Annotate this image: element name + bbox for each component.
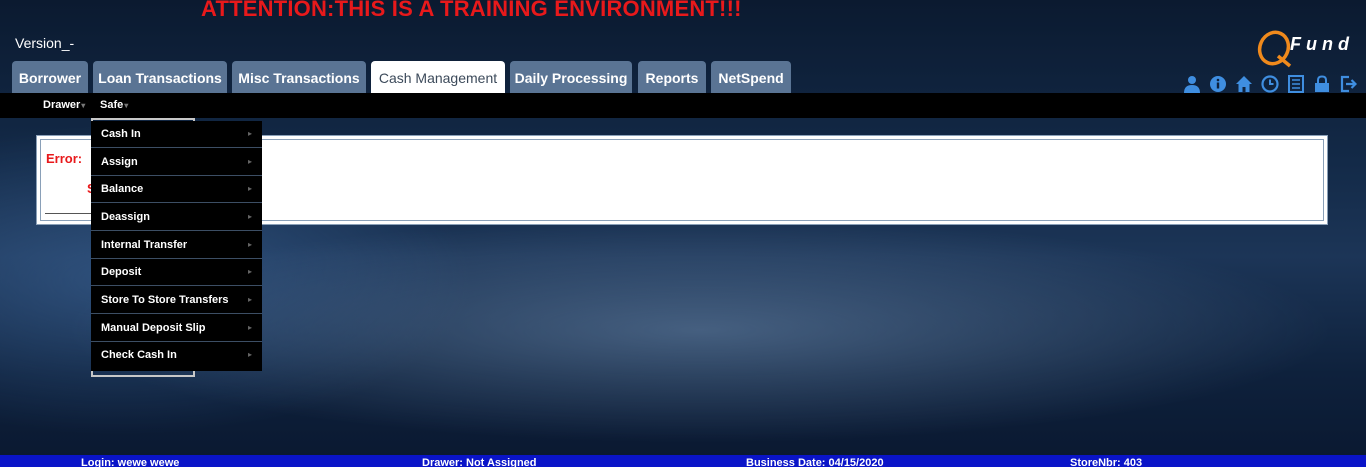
safe-dropdown-menu: Cash In ▸ Assign ▸ Balance ▸ Deassign ▸ Inte… <box>91 121 262 371</box>
tab-reports[interactable]: Reports <box>638 61 706 93</box>
tab-daily-processing[interactable]: Daily Processing <box>510 61 632 93</box>
menu-item-deposit[interactable]: Deposit ▸ <box>91 259 262 286</box>
menu-item-assign[interactable]: Assign ▸ <box>91 149 262 176</box>
tab-misc-transactions[interactable]: Misc Transactions <box>232 61 366 93</box>
menu-item-label: Check Cash In <box>101 349 177 361</box>
menu-item-balance[interactable]: Balance ▸ <box>91 176 262 203</box>
error-label: Error: <box>46 151 83 166</box>
clock-icon[interactable] <box>1261 75 1279 93</box>
training-banner: ATTENTION:THIS IS A TRAINING ENVIRONMENT… <box>201 0 742 21</box>
chevron-right-icon: ▸ <box>247 295 252 304</box>
tab-netspend[interactable]: NetSpend <box>711 61 791 93</box>
menu-item-label: Deposit <box>101 266 142 278</box>
chevron-right-icon: ▸ <box>247 267 252 276</box>
menu-item-cash-in[interactable]: Cash In ▸ <box>91 121 262 148</box>
menu-item-label: Deassign <box>101 211 150 223</box>
menu-item-label: Manual Deposit Slip <box>101 322 206 334</box>
menu-item-label: Balance <box>101 183 144 195</box>
tab-loan-transactions[interactable]: Loan Transactions <box>93 61 227 93</box>
user-icon[interactable] <box>1183 75 1201 93</box>
status-business-date: Business Date: 04/15/2020 <box>746 457 884 467</box>
drawer-menu[interactable]: Drawer▾ <box>43 99 85 111</box>
menu-item-label: Cash In <box>101 128 141 140</box>
drawer-menu-label: Drawer <box>43 99 81 111</box>
version-label: Version_- <box>15 35 75 51</box>
chevron-right-icon: ▸ <box>247 212 252 221</box>
logo-text: Fund <box>1290 34 1354 54</box>
chevron-down-icon: ▾ <box>81 101 86 110</box>
safe-menu-label: Safe <box>100 99 124 111</box>
logout-icon[interactable] <box>1339 75 1358 93</box>
menu-item-check-cash-in[interactable]: Check Cash In ▸ <box>91 342 262 369</box>
menu-item-label: Internal Transfer <box>101 239 188 251</box>
chevron-right-icon: ▸ <box>247 240 252 249</box>
chevron-down-icon: ▾ <box>124 101 129 110</box>
menu-item-deassign[interactable]: Deassign ▸ <box>91 204 262 231</box>
chevron-right-icon: ▸ <box>247 350 252 359</box>
chevron-right-icon: ▸ <box>247 129 252 138</box>
status-login: Login: wewe wewe <box>81 457 180 467</box>
status-bar: Login: wewe wewe Drawer: Not Assigned Bu… <box>0 455 1366 467</box>
menu-item-store-to-store-transfers[interactable]: Store To Store Transfers ▸ <box>91 287 262 314</box>
menu-item-manual-deposit-slip[interactable]: Manual Deposit Slip ▸ <box>91 315 262 342</box>
qfund-logo: Fund <box>1256 28 1360 68</box>
chevron-right-icon: ▸ <box>247 184 252 193</box>
home-icon[interactable] <box>1235 75 1253 93</box>
menu-item-internal-transfer[interactable]: Internal Transfer ▸ <box>91 232 262 259</box>
chevron-right-icon: ▸ <box>247 323 252 332</box>
notes-icon[interactable] <box>1287 75 1305 93</box>
status-drawer: Drawer: Not Assigned <box>422 457 537 467</box>
tab-borrower[interactable]: Borrower <box>12 61 88 93</box>
status-store: StoreNbr: 403 <box>1070 457 1143 467</box>
menu-item-label: Store To Store Transfers <box>101 294 229 306</box>
tab-cash-management[interactable]: Cash Management <box>371 61 505 93</box>
info-icon[interactable] <box>1209 75 1227 93</box>
chevron-right-icon: ▸ <box>247 157 252 166</box>
sub-menubar: Drawer▾ Safe▾ <box>0 93 1366 118</box>
safe-menu[interactable]: Safe▾ <box>100 99 128 111</box>
lock-icon[interactable] <box>1313 75 1331 93</box>
menu-item-label: Assign <box>101 156 138 168</box>
